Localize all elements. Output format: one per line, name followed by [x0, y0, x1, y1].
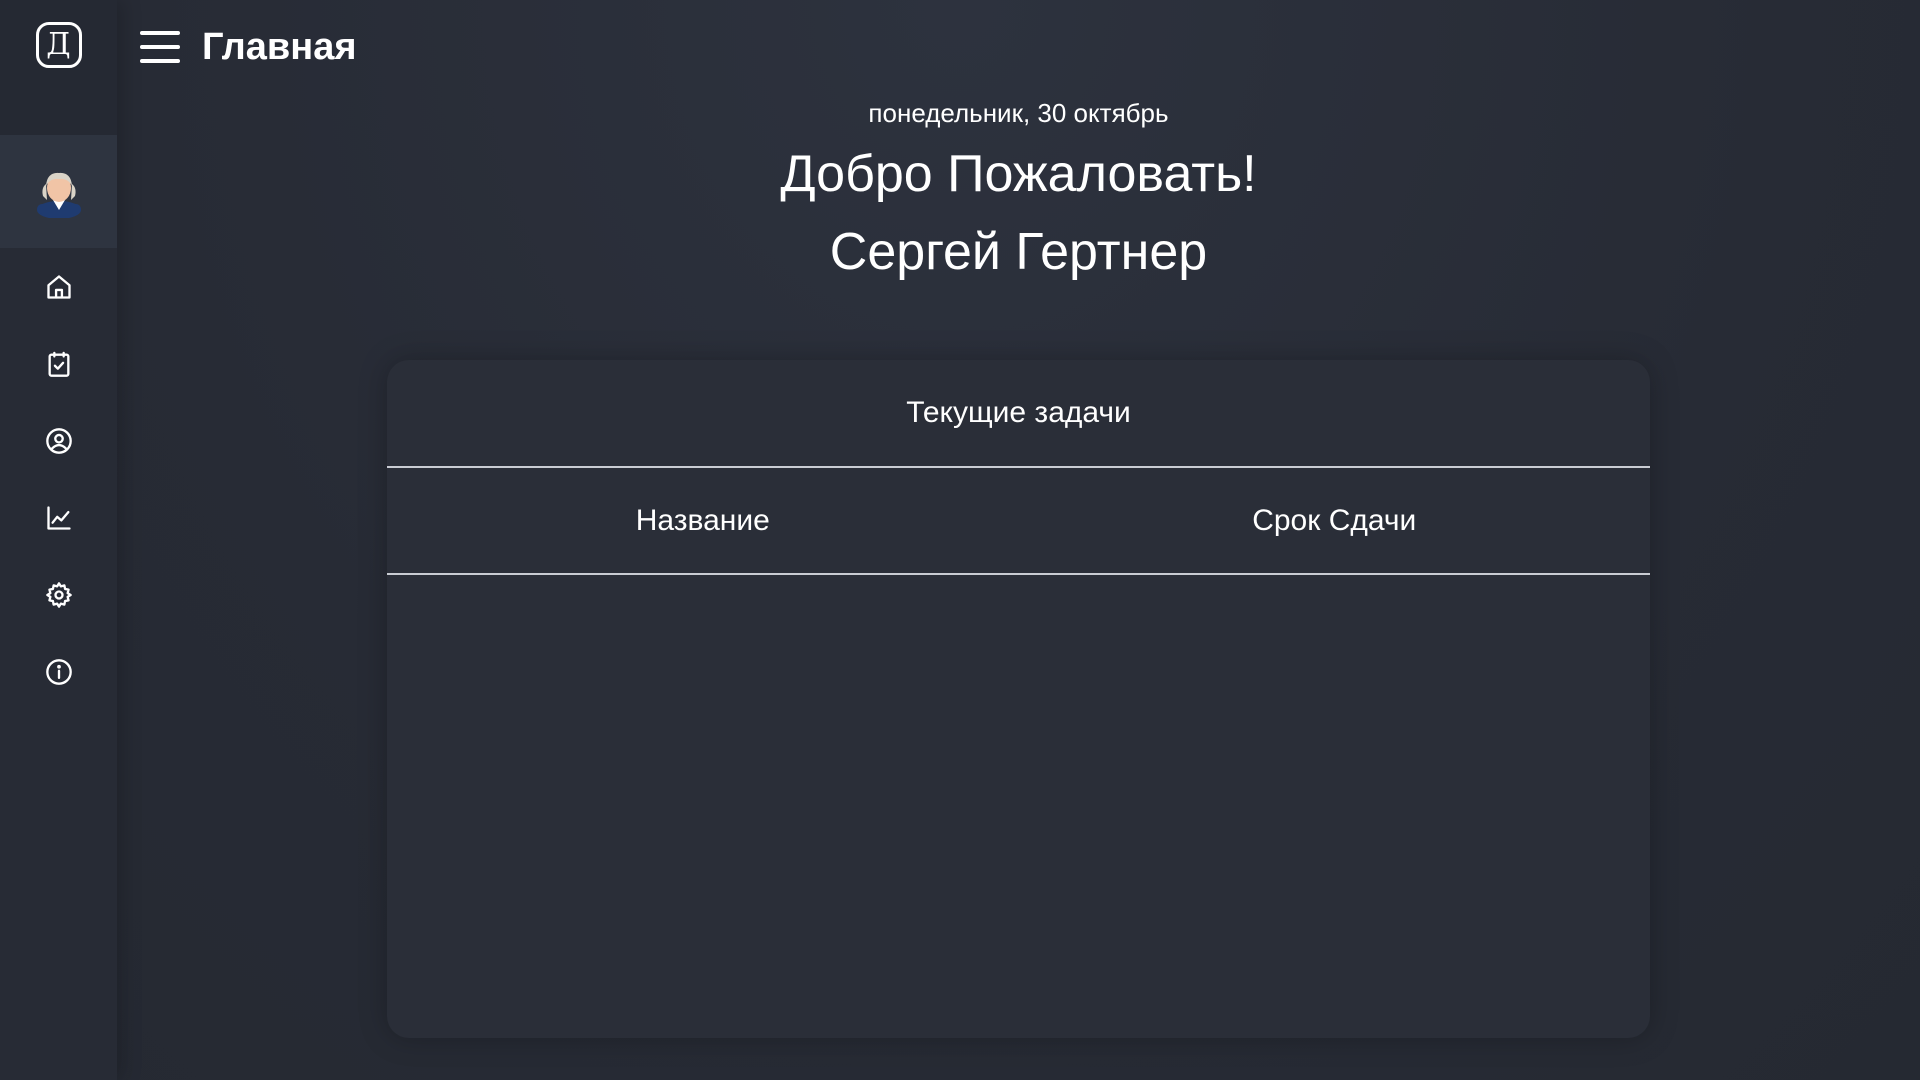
current-tasks-card: Текущие задачи Название Срок Сдачи [387, 360, 1650, 1038]
user-avatar-icon [36, 172, 81, 218]
column-header-name[interactable]: Название [387, 468, 1019, 573]
tasks-card-title: Текущие задачи [387, 360, 1650, 468]
info-icon [45, 658, 72, 685]
chart-line-icon [46, 505, 71, 530]
tasks-table-header: Название Срок Сдачи [387, 468, 1650, 575]
tasks-table-body [387, 575, 1650, 1034]
gear-icon [45, 581, 72, 608]
home-icon [46, 274, 71, 299]
user-circle-icon [45, 427, 72, 454]
clipboard-check-icon [48, 351, 69, 377]
app-root: Д Главная понедельник, 30 октябрь Добро … [0, 0, 1920, 1080]
page-title: Главная [202, 25, 357, 68]
welcome-heading: Добро Пожаловать! [780, 145, 1257, 203]
logo-letter: Д [46, 27, 71, 62]
sidebar: Д [0, 0, 117, 1080]
user-name: Сергей Гертнер [829, 223, 1208, 281]
logo-area: Д [0, 0, 117, 135]
sidebar-item-profile[interactable] [0, 402, 117, 479]
sidebar-item-tasks[interactable] [0, 325, 117, 402]
sidebar-item-settings[interactable] [0, 556, 117, 633]
sidebar-nav [0, 248, 117, 710]
current-date: понедельник, 30 октябрь [868, 98, 1169, 128]
top-header: Главная [140, 20, 357, 74]
hamburger-menu-icon[interactable] [140, 31, 180, 63]
sidebar-item-info[interactable] [0, 633, 117, 710]
sidebar-item-home[interactable] [0, 248, 117, 325]
sidebar-item-statistics[interactable] [0, 479, 117, 556]
avatar[interactable] [0, 135, 117, 248]
column-header-deadline[interactable]: Срок Сдачи [1019, 468, 1651, 573]
app-logo[interactable]: Д [35, 22, 82, 68]
